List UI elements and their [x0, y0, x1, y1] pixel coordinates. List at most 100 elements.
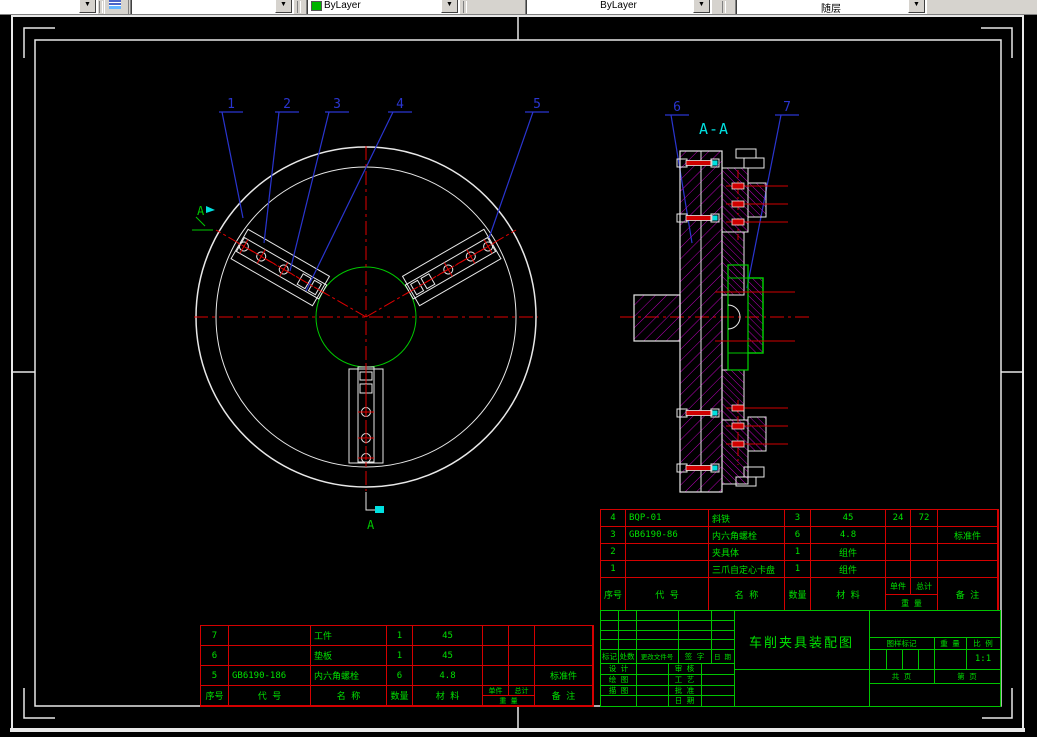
callout-7: 7 — [783, 100, 791, 115]
title-block: 标记 处数 更改文件号 签 字 日 期 设 计 绘 图 描 图 审 核 工 艺 … — [600, 610, 1001, 707]
bom-cell: 4.8 — [413, 666, 483, 686]
bom-cell: 6 — [387, 666, 413, 686]
bom-cell: 夹具体 — [709, 544, 785, 561]
bom-cell: 4 — [601, 510, 626, 527]
bom-header-material: 材 料 — [413, 686, 483, 706]
bom-cell: 标准件 — [535, 666, 593, 686]
bom-cell — [483, 646, 509, 666]
bom-header-total: 总计 — [514, 686, 529, 695]
section-view-title: A-A — [699, 120, 729, 138]
layer-combo[interactable]: ▼ — [0, 0, 98, 14]
bom-header-note: 备 注 — [535, 686, 593, 706]
bom-cell — [229, 646, 311, 666]
bom-cell: 垫板 — [311, 646, 387, 666]
bom-header-weight: 重 量 — [499, 696, 518, 705]
titleblock-stamp-label: 图样标记 — [886, 638, 917, 648]
bom-cell: 6 — [785, 527, 811, 544]
color-combo-value: ByLayer — [324, 0, 361, 11]
bom-cell — [535, 646, 593, 666]
linetype-combo[interactable]: ByLayer ▼ — [525, 0, 712, 14]
bom-lower-table: 7 工件 1 45 6 垫板 1 45 5 GB6190-186 内六角螺栓 6… — [200, 625, 594, 707]
bom-cell: 内六角螺栓 — [709, 527, 785, 544]
bom-header-note: 备 注 — [938, 578, 998, 611]
bom-header-weight-group: 单件 总计 重 量 — [886, 578, 938, 611]
jaw-arm-bottom — [348, 362, 384, 468]
titleblock-weight-label: 重 量 — [940, 638, 960, 648]
bom-cell — [483, 666, 509, 686]
toolbar-separator — [722, 1, 726, 13]
bom-cell: 7 — [201, 626, 229, 646]
bom-header-code: 代 号 — [626, 578, 709, 611]
color-combo[interactable]: ByLayer ▼ — [306, 0, 460, 14]
chevron-down-icon[interactable]: ▼ — [441, 0, 458, 13]
bom-cell: 内六角螺栓 — [311, 666, 387, 686]
bom-header-qty: 数量 — [387, 686, 413, 706]
bom-cell: 45 — [811, 510, 886, 527]
titleblock-check: 审 核 — [674, 664, 695, 673]
bom-cell: 24 — [886, 510, 911, 527]
lineweight-combo[interactable]: 随层 ▼ — [735, 0, 927, 15]
bom-cell — [229, 626, 311, 646]
bom-cell: 45 — [413, 626, 483, 646]
jaw-arm-upper-left — [227, 226, 336, 310]
bom-cell: GB6190-186 — [229, 666, 311, 686]
bom-header-weight-group: 单件 总计 重 量 — [483, 686, 535, 706]
titleblock-rev-mark: 标记 — [602, 651, 617, 661]
chevron-down-icon[interactable]: ▼ — [275, 0, 292, 13]
callout-3: 3 — [333, 97, 341, 112]
bom-cell — [911, 561, 938, 578]
bom-cell: 三爪自定心卡盘 — [709, 561, 785, 578]
bom-cell — [938, 561, 998, 578]
properties-toolbar: ▼ ▼ ByLayer ▼ ByLayer ▼ 随层 ▼ — [0, 0, 1037, 15]
layer-properties-button[interactable] — [104, 0, 129, 14]
bom-cell: 4.8 — [811, 527, 886, 544]
bom-upper-table: 4 BQP-01 斜铁 3 45 24 72 3 GB6190-86 内六角螺栓… — [600, 509, 999, 612]
bom-cell: 45 — [413, 646, 483, 666]
bom-cell: 3 — [601, 527, 626, 544]
chevron-down-icon[interactable]: ▼ — [908, 0, 925, 13]
section-cut-marker-bottom: A — [365, 492, 384, 532]
titleblock-process: 工 艺 — [674, 675, 695, 684]
titleblock-rev-date: 日 期 — [714, 653, 731, 661]
titleblock-rev-count: 处数 — [619, 651, 635, 661]
callout-4: 4 — [396, 97, 404, 112]
cut-label-a: A — [197, 204, 205, 218]
bom-cell: GB6190-86 — [626, 527, 709, 544]
bom-cell: BQP-01 — [626, 510, 709, 527]
bom-cell: 3 — [785, 510, 811, 527]
bom-header-name: 名 称 — [311, 686, 387, 706]
bom-cell: 斜铁 — [709, 510, 785, 527]
titleblock-rev-doc: 更改文件号 — [640, 653, 674, 661]
layers-icon — [109, 0, 121, 9]
bom-cell — [509, 666, 535, 686]
titleblock-design: 设 计 — [608, 664, 629, 673]
callout-2: 2 — [283, 97, 291, 112]
bom-cell: 1 — [387, 626, 413, 646]
bom-cell — [483, 626, 509, 646]
chevron-down-icon[interactable]: ▼ — [79, 0, 96, 13]
bom-cell: 1 — [785, 561, 811, 578]
bom-cell — [509, 626, 535, 646]
bom-header-material: 材 料 — [811, 578, 886, 611]
bom-header-total: 总计 — [916, 581, 932, 591]
chevron-down-icon[interactable]: ▼ — [693, 0, 710, 13]
bom-cell — [938, 544, 998, 561]
small-fasteners — [731, 182, 745, 448]
bom-header-unit: 单件 — [483, 686, 509, 695]
bom-cell: 72 — [911, 510, 938, 527]
color-swatch-green — [311, 1, 322, 11]
bom-cell — [626, 544, 709, 561]
jaw-arm-upper-right — [396, 226, 505, 310]
titleblock-scale-label: 比 例 — [973, 638, 993, 648]
toolbar-separator — [99, 1, 103, 13]
bom-cell — [938, 510, 998, 527]
layer-state-combo[interactable]: ▼ — [130, 0, 294, 14]
bom-header-unit: 单件 — [886, 578, 911, 594]
bom-cell — [911, 527, 938, 544]
titleblock-trace: 描 图 — [608, 685, 629, 695]
callout-numbers: 1 2 3 4 5 6 7 — [227, 97, 791, 115]
bom-cell — [886, 544, 911, 561]
bom-header-weight: 重 量 — [901, 598, 922, 608]
lineweight-combo-value: 随层 — [821, 4, 841, 15]
bom-header-code: 代 号 — [229, 686, 311, 706]
